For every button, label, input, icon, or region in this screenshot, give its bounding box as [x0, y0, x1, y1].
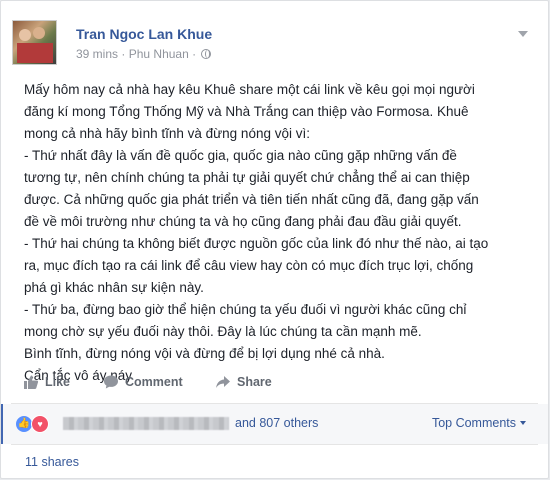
comment-label: Comment: [125, 375, 183, 389]
comment-icon: [104, 375, 118, 389]
post-line: Mấy hôm nay cả nhà hay kêu Khuê share mộ…: [24, 82, 475, 97]
share-button[interactable]: Share: [215, 374, 272, 390]
post-card: Tran Ngoc Lan Khue 39 mins · Phu Nhuan ·…: [0, 0, 549, 479]
divider: [11, 444, 538, 445]
post-location[interactable]: Phu Nhuan: [129, 47, 189, 61]
reaction-count[interactable]: and 807 others: [235, 416, 318, 430]
post-line: - Thứ nhất đây là vấn đề quốc gia, quốc …: [24, 148, 457, 163]
post-line: Cẩn tắc vô áy náy: [24, 368, 133, 383]
like-reaction-icon[interactable]: 👍: [16, 416, 32, 432]
meta-separator: ·: [121, 47, 126, 61]
post-line: ra, mục đích tạo ra cái link để câu view…: [24, 258, 474, 273]
post-line: tương tự, nên chính chúng ta phải tự giả…: [24, 170, 470, 185]
globe-icon: [201, 49, 212, 59]
post-line: - Thứ ba, đừng bao giờ thể hiện chúng ta…: [24, 302, 467, 317]
reactions-bar: 👍 ♥ and 807 others Top Comments: [1, 404, 548, 444]
post-line: mong cả nhà hãy bình tĩnh và đừng nóng v…: [24, 126, 310, 141]
post-line: Bình tĩnh, đừng nóng vội và đừng để bị l…: [24, 346, 385, 361]
chevron-down-icon[interactable]: [518, 31, 528, 37]
post-line: được. Cả những quốc gia phát triển và ti…: [24, 192, 479, 207]
blurred-names: [63, 417, 229, 430]
love-reaction-icon[interactable]: ♥: [31, 415, 49, 433]
post-line: đề về môi trường như chúng ta và họ cũng…: [24, 214, 462, 229]
post-meta: 39 mins · Phu Nhuan ·: [76, 47, 212, 61]
caret-down-icon: [520, 421, 526, 425]
like-label: Like: [45, 375, 71, 389]
post-body: Mấy hôm nay cả nhà hay kêu Khuê share mộ…: [24, 79, 534, 387]
shares-count[interactable]: 11 shares: [25, 455, 79, 469]
post-line: mong chờ sự yếu đuối này thôi. Đây là lú…: [24, 324, 422, 339]
separator-dot: ·: [192, 47, 197, 61]
post-line: đăng kí mong Tổng Thống Mỹ và Nhà Trắng …: [24, 104, 469, 119]
top-comments-label: Top Comments: [431, 416, 516, 430]
post-line: phá gì khác nhân sự kiện này.: [24, 280, 204, 295]
share-icon: [216, 376, 230, 388]
top-comments-dropdown[interactable]: Top Comments: [432, 416, 526, 430]
share-label: Share: [237, 375, 272, 389]
post-time[interactable]: 39 mins: [76, 47, 118, 61]
author-name[interactable]: Tran Ngoc Lan Khue: [76, 26, 212, 42]
like-button[interactable]: Like: [23, 374, 70, 390]
post-line: - Thứ hai chúng ta không biết được nguồn…: [24, 236, 489, 251]
author-avatar[interactable]: [12, 20, 57, 65]
thumbs-up-icon: [24, 375, 39, 389]
comment-button[interactable]: Comment: [103, 374, 183, 390]
